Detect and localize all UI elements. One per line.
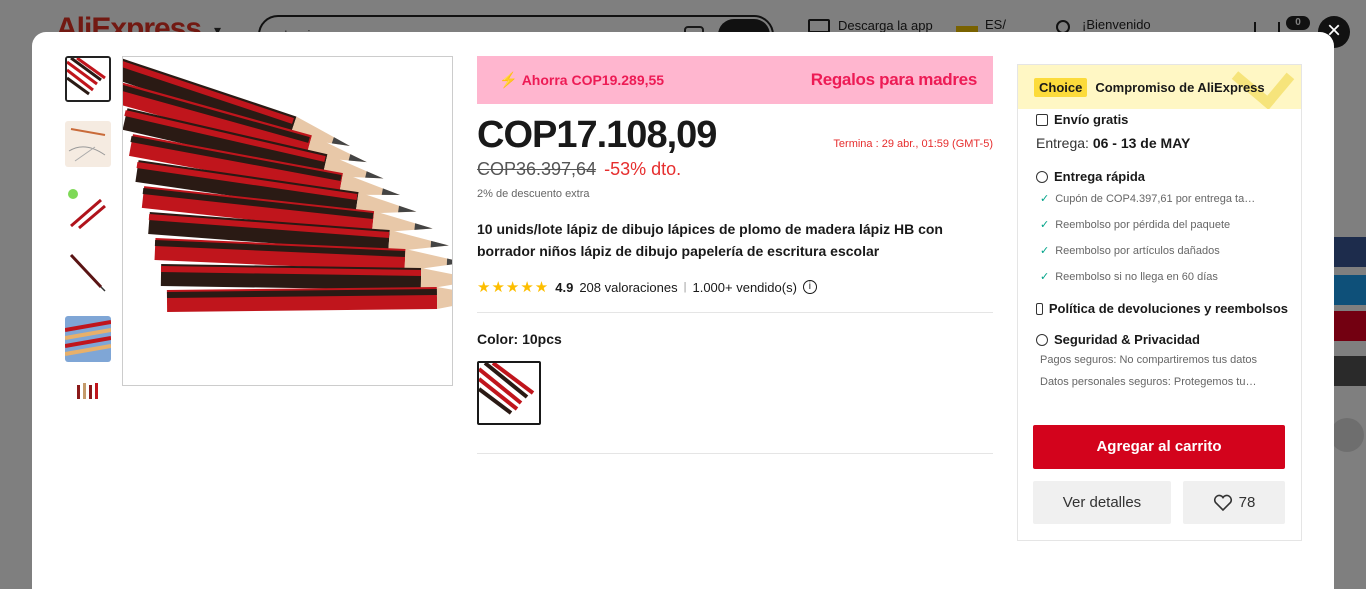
add-to-cart-button[interactable]: Agregar al carrito <box>1033 425 1285 469</box>
shield-icon <box>1036 333 1048 346</box>
thumbnail-list <box>65 56 113 420</box>
product-quick-view-modal: ⚡ Ahorra COP19.289,55 Regalos para madre… <box>32 32 1334 589</box>
rating-row: ★★★★★ 4.9 208 valoraciones | 1.000+ vend… <box>477 278 993 296</box>
list-item: Pagos seguros: No compartiremos tus dato… <box>1040 354 1258 366</box>
returns-policy[interactable]: Política de devoluciones y reembolsos <box>1018 301 1288 316</box>
thumbnail-1[interactable] <box>65 56 111 102</box>
main-product-image[interactable] <box>122 56 453 386</box>
promo-end-time: Termina : 29 abr., 01:59 (GMT-5) <box>833 138 993 150</box>
pencil-illustration <box>160 264 452 290</box>
list-item: ✓ Reembolso si no llega en 60 días <box>1040 271 1218 283</box>
info-icon[interactable]: i <box>802 280 817 294</box>
list-item: ✓ Reembolso por pérdida del paquete <box>1040 219 1231 231</box>
return-box-icon <box>1036 302 1043 315</box>
purchase-panel: Choice Compromiso de AliExpress Envío gr… <box>1017 64 1302 541</box>
star-rating-icon: ★★★★★ <box>477 279 550 296</box>
promo-banner: ⚡ Ahorra COP19.289,55 Regalos para madre… <box>477 56 993 104</box>
pencil-illustration <box>166 287 452 312</box>
thumbnail-6[interactable] <box>65 381 111 401</box>
choice-badge: Choice <box>1034 77 1088 97</box>
color-label: Color: 10pcs <box>477 331 562 347</box>
original-price: COP36.397,64 <box>477 159 597 179</box>
lightning-icon: ⚡ <box>499 72 518 89</box>
choice-commitment: Compromiso de AliExpress <box>1095 79 1265 95</box>
color-option-10pcs[interactable] <box>477 361 541 425</box>
package-icon <box>1036 170 1048 183</box>
divider: | <box>683 281 687 293</box>
check-icon: ✓ <box>1040 271 1050 283</box>
thumbnail-2[interactable] <box>65 121 111 167</box>
shipping-title: Envío gratis <box>1054 112 1129 127</box>
list-item: ✓ Cupón de COP4.397,61 por entrega tardía <box>1040 193 1258 205</box>
extra-discount: 2% de descuento extra <box>477 188 590 200</box>
divider <box>477 453 993 454</box>
reviews-link[interactable]: 208 valoraciones <box>579 280 677 295</box>
choice-banner: Choice Compromiso de AliExpress <box>1018 65 1301 109</box>
thumbnail-4[interactable] <box>65 251 111 297</box>
discount-badge: -53% dto. <box>604 159 682 179</box>
fast-delivery-title: Entrega rápida <box>1054 169 1146 184</box>
current-price: COP17.108,09 <box>477 114 717 156</box>
savings-text: Ahorra COP19.289,55 <box>521 72 665 88</box>
list-item: Datos personales seguros: Protegemos tu … <box>1040 376 1258 388</box>
rating-value: 4.9 <box>555 279 574 295</box>
security-title: Seguridad & Privacidad <box>1054 332 1200 347</box>
list-item: ✓ Reembolso por artículos dañados <box>1040 245 1220 257</box>
truck-icon <box>1036 113 1048 126</box>
sold-count: 1.000+ vendido(s) <box>692 279 797 295</box>
thumbnail-3[interactable] <box>65 186 111 232</box>
wishlist-button[interactable]: 78 <box>1183 481 1285 524</box>
wishlist-count: 78 <box>1238 494 1256 511</box>
thumbnail-5[interactable] <box>65 316 111 362</box>
selected-color: 10pcs <box>522 331 562 347</box>
campaign-label: Regalos para madres <box>810 70 978 89</box>
check-icon: ✓ <box>1040 219 1050 231</box>
divider <box>477 312 993 313</box>
view-details-button[interactable]: Ver detalles <box>1033 481 1171 524</box>
check-icon: ✓ <box>1040 245 1050 257</box>
delivery-estimate: Entrega: 06 - 13 de MAY <box>1036 135 1191 151</box>
heart-icon <box>1213 494 1232 511</box>
product-title: 10 unids/lote lápiz de dibujo lápices de… <box>477 221 943 259</box>
product-info: ⚡ Ahorra COP19.289,55 Regalos para madre… <box>477 56 993 454</box>
check-icon: ✓ <box>1040 193 1050 205</box>
